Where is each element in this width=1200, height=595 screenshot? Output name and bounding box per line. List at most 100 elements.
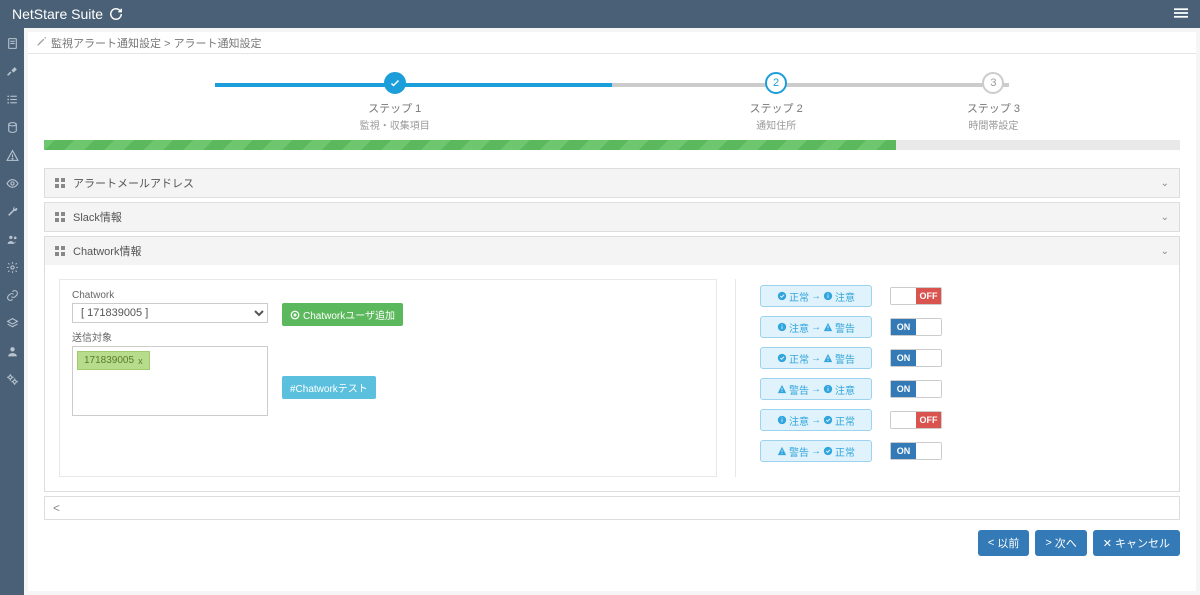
state-row: 警告→正常ON	[760, 440, 1155, 462]
refresh-icon[interactable]	[109, 7, 123, 21]
toggle-off-label: OFF	[916, 288, 941, 304]
toggle-on-label	[891, 288, 916, 304]
state-row: 警告→注意ON	[760, 378, 1155, 400]
state-transition-pill: 正常→警告	[760, 347, 872, 369]
state-row: 注意→正常 OFF	[760, 409, 1155, 431]
step-1-title: ステップ 1	[360, 100, 430, 116]
breadcrumb-text: 監視アラート通知設定 > アラート通知設定	[51, 35, 262, 51]
step-2-sub: 通知住所	[750, 117, 803, 132]
step-3[interactable]: 3 ステップ 3 時間帯設定	[967, 72, 1020, 132]
collapse-button[interactable]: <	[44, 496, 1180, 520]
progress-fill	[44, 140, 896, 150]
state-transition-list: 正常→注意OFF注意→警告ON正常→警告ON警告→注意ON注意→正常OFF警告→…	[735, 279, 1165, 477]
main-layout: 監視アラート通知設定 > アラート通知設定 ステップ 1 監視・収集項目 2	[0, 28, 1200, 595]
toggle-on-label: ON	[891, 443, 916, 459]
panel-chatwork-title: Chatwork情報	[73, 243, 141, 259]
check-icon	[823, 446, 833, 456]
warn-icon	[777, 446, 787, 456]
warn-icon	[823, 322, 833, 332]
chevron-down-icon: ⌄	[1161, 212, 1169, 223]
info-icon	[777, 415, 787, 425]
panel-chatwork-body: Chatwork [ 171839005 ] 送信対象 171839005	[45, 265, 1179, 491]
add-chatwork-user-button[interactable]: Chatworkユーザ追加	[282, 303, 403, 326]
state-toggle[interactable]: OFF	[890, 287, 942, 305]
from-label: 注意	[789, 413, 809, 428]
prev-button[interactable]: < 以前	[978, 530, 1029, 556]
toggle-on-label: ON	[891, 381, 916, 397]
step-2[interactable]: 2 ステップ 2 通知住所	[585, 72, 966, 132]
toggle-off-label	[916, 350, 941, 366]
step-3-title: ステップ 3	[967, 100, 1020, 116]
arrow-icon: →	[811, 291, 821, 302]
step-3-circle: 3	[982, 72, 1004, 94]
chevron-down-icon: ⌄	[1161, 246, 1169, 257]
from-label: 正常	[789, 289, 809, 304]
breadcrumb: 監視アラート通知設定 > アラート通知設定	[28, 32, 1196, 54]
from-label: 注意	[789, 320, 809, 335]
next-button[interactable]: > 次へ	[1035, 530, 1086, 556]
chatwork-select[interactable]: [ 171839005 ]	[72, 303, 268, 323]
arrow-icon: →	[811, 353, 821, 364]
wrench2-icon[interactable]	[5, 64, 19, 78]
toggle-on-label: ON	[891, 319, 916, 335]
toggle-off-label	[916, 443, 941, 459]
toggle-off-label	[916, 381, 941, 397]
from-label: 警告	[789, 382, 809, 397]
sidebar	[0, 28, 24, 595]
step-1[interactable]: ステップ 1 監視・収集項目	[204, 72, 585, 132]
state-toggle[interactable]: ON	[890, 318, 942, 336]
stepper: ステップ 1 監視・収集項目 2 ステップ 2 通知住所 3 ステップ 3 時間	[204, 72, 1020, 132]
user-icon[interactable]	[5, 344, 19, 358]
action-bar: < 以前 > 次へ ✕ キャンセル	[44, 530, 1180, 556]
panel-slack-title: Slack情報	[73, 209, 122, 225]
tag-remove-icon[interactable]: x	[138, 356, 143, 366]
chatwork-label: Chatwork	[72, 290, 704, 301]
inner-content: ステップ 1 監視・収集項目 2 ステップ 2 通知住所 3 ステップ 3 時間	[28, 54, 1196, 568]
state-toggle[interactable]: ON	[890, 442, 942, 460]
to-label: 警告	[835, 351, 855, 366]
step-1-circle	[384, 72, 406, 94]
state-toggle[interactable]: ON	[890, 380, 942, 398]
list-icon[interactable]	[5, 92, 19, 106]
cancel-button[interactable]: ✕ キャンセル	[1093, 530, 1180, 556]
check-icon	[823, 415, 833, 425]
alert-icon[interactable]	[5, 148, 19, 162]
panel-slack: Slack情報 ⌄	[44, 202, 1180, 232]
check-icon	[777, 353, 787, 363]
gear-icon[interactable]	[5, 260, 19, 274]
step-line-1	[215, 83, 615, 87]
chatwork-test-button[interactable]: #Chatworkテスト	[282, 376, 376, 399]
database-icon[interactable]	[5, 120, 19, 134]
to-label: 注意	[835, 289, 855, 304]
tag-text: 171839005	[84, 355, 134, 366]
panel-chatwork-header[interactable]: Chatwork情報 ⌄	[45, 237, 1179, 265]
document-icon[interactable]	[5, 36, 19, 50]
panel-mail-title: アラートメールアドレス	[73, 175, 194, 191]
info-icon	[777, 322, 787, 332]
warn-icon	[777, 384, 787, 394]
content-area: 監視アラート通知設定 > アラート通知設定 ステップ 1 監視・収集項目 2	[28, 32, 1196, 591]
menu-icon[interactable]	[1174, 6, 1188, 23]
link-icon[interactable]	[5, 288, 19, 302]
send-target-box[interactable]: 171839005 x	[72, 346, 268, 416]
panel-mail-header[interactable]: アラートメールアドレス ⌄	[45, 169, 1179, 197]
state-toggle[interactable]: ON	[890, 349, 942, 367]
panel-slack-header[interactable]: Slack情報 ⌄	[45, 203, 1179, 231]
send-target-label: 送信対象	[72, 329, 268, 344]
users-icon[interactable]	[5, 232, 19, 246]
panel-chatwork: Chatwork情報 ⌄ Chatwork [ 171839005 ] 送信対象	[44, 236, 1180, 492]
state-transition-pill: 注意→ 警告	[760, 316, 872, 338]
wrench-icon[interactable]	[5, 204, 19, 218]
to-label: 正常	[835, 444, 855, 459]
top-header: NetStare Suite	[0, 0, 1200, 28]
info-icon	[823, 384, 833, 394]
state-toggle[interactable]: OFF	[890, 411, 942, 429]
check-icon	[777, 291, 787, 301]
stack-icon[interactable]	[5, 316, 19, 330]
chatwork-form: Chatwork [ 171839005 ] 送信対象 171839005	[59, 279, 717, 477]
arrow-icon: →	[811, 322, 821, 333]
to-label: 警告	[835, 320, 855, 335]
cogs-icon[interactable]	[5, 372, 19, 386]
eye-icon[interactable]	[5, 176, 19, 190]
state-transition-pill: 注意→正常	[760, 409, 872, 431]
